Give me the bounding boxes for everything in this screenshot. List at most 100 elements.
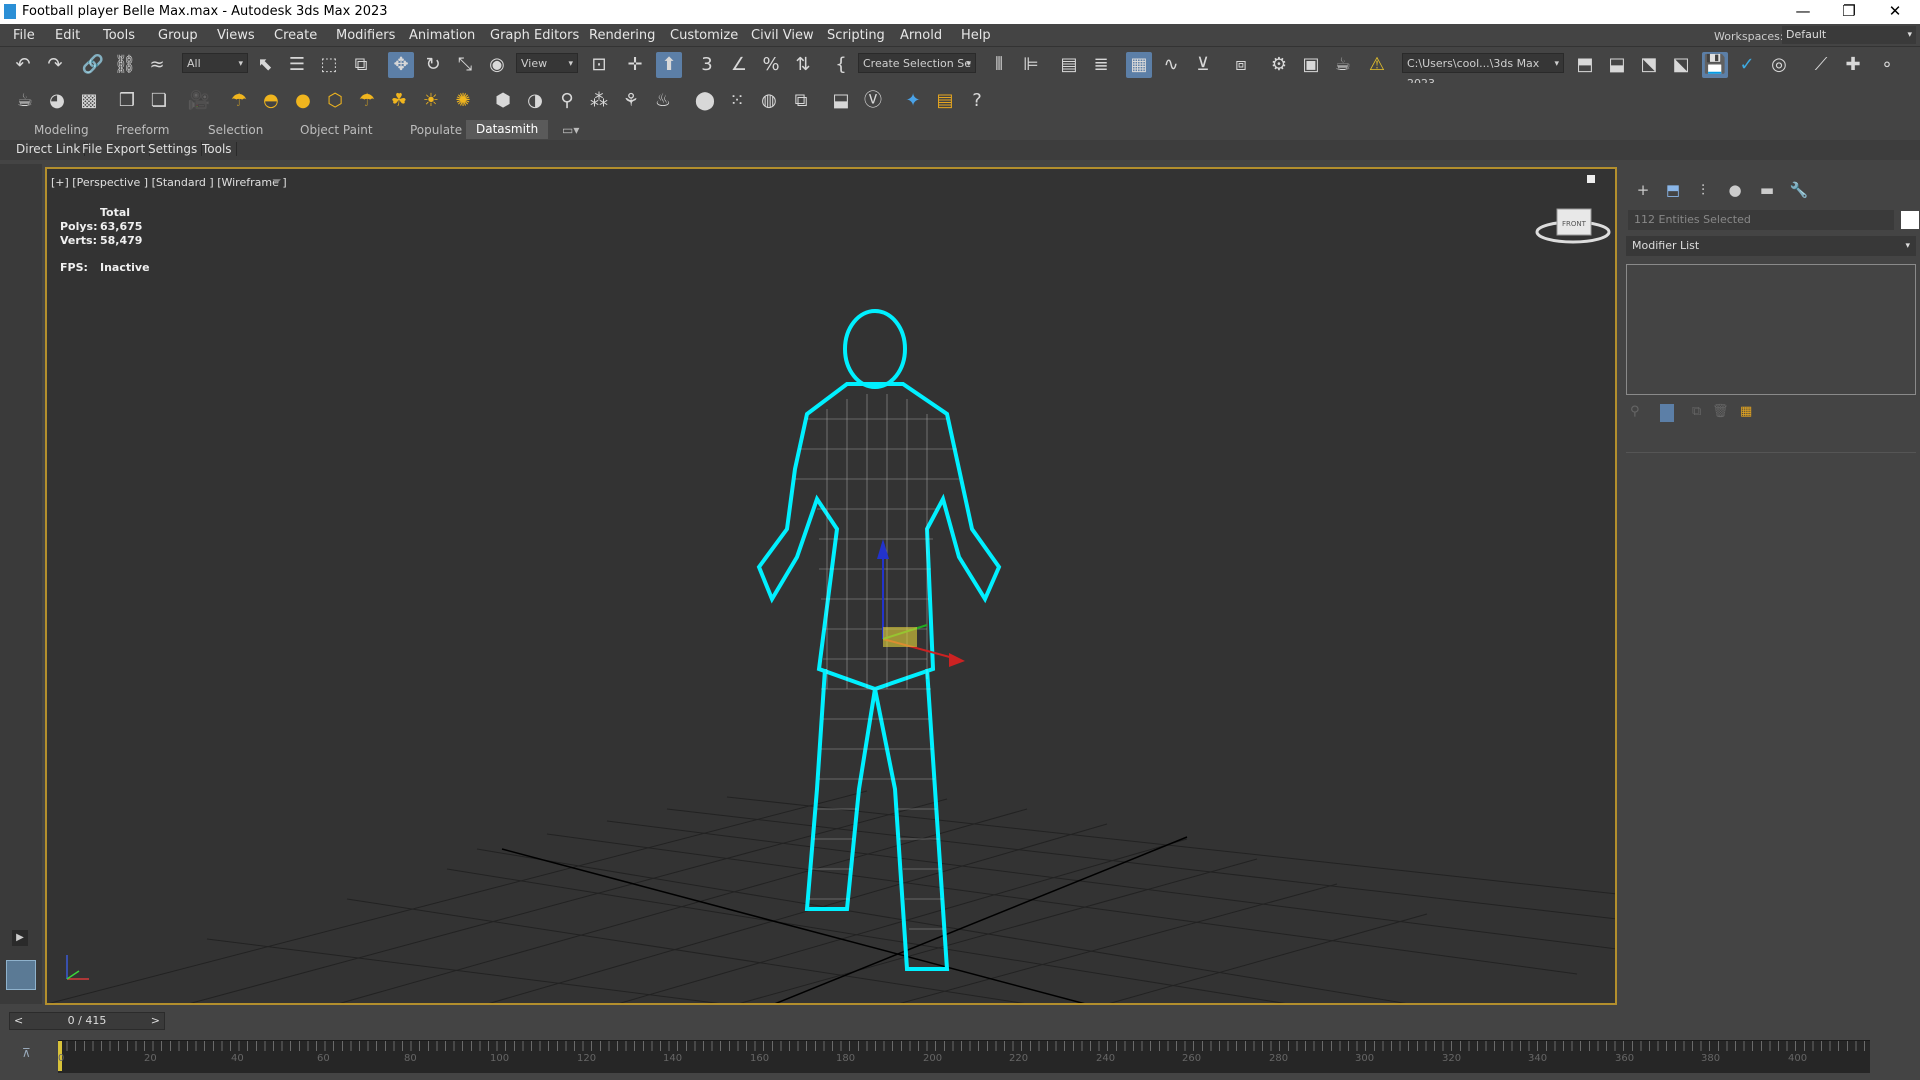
object-color-swatch[interactable]: [1901, 211, 1919, 229]
proboolean-icon[interactable]: ❏: [146, 88, 172, 114]
modifier-stack[interactable]: [1626, 264, 1916, 395]
open-explorer-icon[interactable]: ⬒: [1572, 52, 1598, 78]
toggle-ribbon-icon[interactable]: ▦: [1126, 52, 1152, 78]
light-sphere-icon[interactable]: ●: [290, 88, 316, 114]
menu-scripting[interactable]: Scripting: [827, 28, 885, 43]
file-export-button[interactable]: File Export: [78, 142, 151, 156]
select-by-name-icon[interactable]: ☰: [284, 52, 310, 78]
curve-editor-icon[interactable]: ∿: [1158, 52, 1184, 78]
project-folder-dropdown[interactable]: C:\Users\cool...\3ds Max 2023▾: [1402, 53, 1564, 90]
window-crossing-icon[interactable]: ⧉: [348, 52, 374, 78]
perspective-viewport[interactable]: [+] [Perspective ] [Standard ] [Wirefram…: [45, 167, 1617, 1005]
warning-icon[interactable]: ⚠: [1364, 52, 1390, 78]
menu-arnold[interactable]: Arnold: [900, 28, 942, 43]
render-setup-icon[interactable]: ⚙: [1266, 52, 1292, 78]
light-umbrella-icon[interactable]: ☂: [354, 88, 380, 114]
light-dome-icon[interactable]: ◓: [258, 88, 284, 114]
tab-selection[interactable]: Selection: [208, 123, 263, 137]
direct-link-button[interactable]: Direct Link: [12, 142, 86, 156]
modifier-list-dropdown[interactable]: Modifier List ▾: [1626, 236, 1916, 256]
place-icon[interactable]: ◉: [484, 52, 510, 78]
sun-icon[interactable]: ☀: [418, 88, 444, 114]
next-frame-button[interactable]: >: [151, 1013, 160, 1029]
tab-modeling[interactable]: Modeling: [34, 123, 89, 137]
menu-help[interactable]: Help: [961, 28, 991, 43]
menu-animation[interactable]: Animation: [409, 28, 475, 43]
particle-icon[interactable]: ⁂: [586, 88, 612, 114]
configure-modifier-sets-icon[interactable]: ▦: [1740, 404, 1752, 419]
redo-icon[interactable]: ↷: [42, 52, 68, 78]
utilities-tab-icon[interactable]: 🔧: [1786, 179, 1812, 201]
select-scale-icon[interactable]: ⤡: [452, 52, 478, 78]
named-selection-set-dropdown[interactable]: Create Selection Se ▾: [858, 53, 976, 73]
display-tab-icon[interactable]: ▬: [1754, 179, 1780, 201]
multi-material-icon[interactable]: ⁙: [724, 88, 750, 114]
tab-populate[interactable]: Populate: [410, 123, 462, 137]
selection-name-field[interactable]: 112 Entities Selected: [1628, 210, 1894, 230]
close-button[interactable]: ✕: [1872, 0, 1918, 24]
standard-primitives-icon[interactable]: ◕: [44, 88, 70, 114]
skylight-icon[interactable]: ✺: [450, 88, 476, 114]
angle-snap-icon[interactable]: ∠: [726, 52, 752, 78]
tab-freeform[interactable]: Freeform: [116, 123, 169, 137]
compound-objects-icon[interactable]: ❒: [114, 88, 140, 114]
viewport-layout-icon[interactable]: [6, 960, 36, 990]
merge-icon[interactable]: ⬓: [1604, 52, 1630, 78]
render-sparkle-icon[interactable]: ✦: [900, 88, 926, 114]
menu-civil-view[interactable]: Civil View: [751, 28, 814, 43]
percent-snap-icon[interactable]: %: [758, 52, 784, 78]
pin-stack-icon[interactable]: ⚲: [1630, 404, 1640, 419]
light-mesh-icon[interactable]: ☘: [386, 88, 412, 114]
prev-frame-button[interactable]: <: [14, 1013, 23, 1029]
box-icon[interactable]: ▩: [76, 88, 102, 114]
rendered-frame-window-icon[interactable]: ▣: [1298, 52, 1324, 78]
more-tools-icon[interactable]: ∘: [1874, 52, 1900, 78]
spinner-snap-icon[interactable]: ⇅: [790, 52, 816, 78]
log-icon[interactable]: ▤: [932, 88, 958, 114]
bind-spacewarp-icon[interactable]: ≈: [144, 52, 170, 78]
paint-selection-icon[interactable]: ⟋: [1808, 52, 1834, 78]
pivot-center-icon[interactable]: ⊡: [586, 52, 612, 78]
menu-views[interactable]: Views: [217, 28, 255, 43]
check-icon[interactable]: ✓: [1734, 52, 1760, 78]
material-swap-icon[interactable]: ⧉: [788, 88, 814, 114]
select-object-icon[interactable]: ⬉: [252, 52, 278, 78]
undo-icon[interactable]: ↶: [10, 52, 36, 78]
export-icon[interactable]: ⬕: [1668, 52, 1694, 78]
restore-button[interactable]: ❐: [1826, 0, 1872, 24]
camera-icon[interactable]: 🎥: [186, 88, 212, 114]
light-geodesic-icon[interactable]: ⬡: [322, 88, 348, 114]
menu-edit[interactable]: Edit: [55, 28, 80, 43]
menu-modifiers[interactable]: Modifiers: [336, 28, 395, 43]
grass-icon[interactable]: ⚘: [618, 88, 644, 114]
show-end-result-icon[interactable]: [1660, 404, 1674, 422]
teapot-icon[interactable]: ☕: [12, 88, 38, 114]
menu-customize[interactable]: Customize: [670, 28, 738, 43]
tools-button[interactable]: Tools: [198, 142, 237, 156]
save-icon[interactable]: 💾: [1702, 52, 1728, 78]
workspace-dropdown[interactable]: Default ▾: [1782, 26, 1916, 44]
unlink-icon[interactable]: ⛓: [112, 52, 138, 78]
rectangular-selection-icon[interactable]: ⬚: [316, 52, 342, 78]
import-icon[interactable]: ⬔: [1636, 52, 1662, 78]
render-region-icon[interactable]: ⬓: [828, 88, 854, 114]
remove-modifier-icon[interactable]: 🗑: [1712, 404, 1729, 419]
hierarchy-tab-icon[interactable]: ⫶: [1690, 179, 1716, 201]
edit-named-selection-icon[interactable]: {: [828, 52, 854, 78]
select-move-icon[interactable]: ✥: [388, 52, 414, 78]
material-sphere-icon[interactable]: ⬤: [692, 88, 718, 114]
align-icon[interactable]: ⊫: [1018, 52, 1044, 78]
select-manipulate-icon[interactable]: ✛: [622, 52, 648, 78]
motion-tab-icon[interactable]: ●: [1722, 179, 1748, 201]
modify-tab-icon[interactable]: ⬒: [1660, 179, 1686, 201]
shader-ball-icon[interactable]: ◍: [756, 88, 782, 114]
light-spot-icon[interactable]: ☂: [226, 88, 252, 114]
link-icon[interactable]: 🔗: [80, 52, 106, 78]
schematic-view-icon[interactable]: ⊻: [1190, 52, 1216, 78]
select-rotate-icon[interactable]: ↻: [420, 52, 446, 78]
layer-explorer-icon[interactable]: ≣: [1088, 52, 1114, 78]
material-editor-icon[interactable]: ⧈: [1228, 52, 1254, 78]
track-bar[interactable]: 0 20 40 60 80 100 120 140 160 180 200 22…: [58, 1040, 1870, 1073]
track-bar-icon[interactable]: ⊼: [22, 1046, 31, 1060]
tab-object-paint[interactable]: Object Paint: [300, 123, 373, 137]
